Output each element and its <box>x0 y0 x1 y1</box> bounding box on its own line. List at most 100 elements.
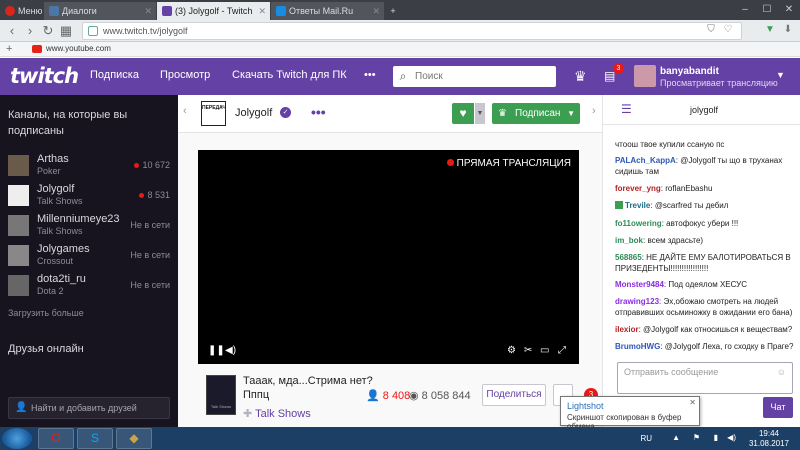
message-user[interactable]: im_bok <box>615 236 643 245</box>
maximize-icon[interactable]: ☐ <box>756 0 778 20</box>
chat-message: fo11owering: автофокус убери !!! <box>615 219 739 228</box>
tab-twitch[interactable]: (3) Jolygolf - Twitch ✕ <box>157 2 270 20</box>
new-tab-button[interactable]: + <box>386 2 400 20</box>
channel-avatar <box>8 215 29 236</box>
home-icon[interactable]: ▦ <box>58 22 74 40</box>
chat-list-icon[interactable]: ☰ <box>621 102 632 116</box>
chat-send-button[interactable]: Чат <box>763 397 793 418</box>
search-input[interactable] <box>415 69 550 84</box>
sidebar-channel[interactable]: dota2ti_ru Dota 2 Не в сети <box>8 273 170 301</box>
message-user[interactable]: BrumoHWG <box>615 342 660 351</box>
sidebar-channel[interactable]: Jolygolf Talk Shows 8 531 <box>8 183 170 211</box>
theater-mode-icon[interactable]: ▭ <box>540 345 549 356</box>
sidebar-channel[interactable]: Jolygames Crossout Не в сети <box>8 243 170 271</box>
live-label: ПРЯМАЯ ТРАНСЛЯЦИЯ <box>456 158 571 169</box>
load-more-link[interactable]: Загрузить больше <box>8 308 84 318</box>
game-launcher-icon[interactable]: ◆ <box>116 428 152 449</box>
tray-arrow-icon[interactable]: ▲ <box>672 433 680 442</box>
message-text: НЕ ДАЙТЕ ЕМУ БАЛОТИРОВАТЬСЯ В ПРИЗЕДЕНТЫ… <box>615 253 791 273</box>
nav-download[interactable]: Скачать Twitch для ПК <box>232 69 347 81</box>
stream-info: Talk Shows Тааак, мда...Стрима нет? Пппц… <box>198 370 598 427</box>
chat-message: forever_yng: roflanEbashu <box>615 184 713 193</box>
channel-logo[interactable]: ПЕРЕДАЧА <box>201 101 226 126</box>
follow-heart-button[interactable]: ♥ <box>452 103 474 124</box>
download-icon[interactable]: ⬇ <box>782 24 794 36</box>
clip-icon[interactable]: ✂ <box>524 345 532 356</box>
view-value: 8 058 844 <box>421 390 471 402</box>
close-window-icon[interactable]: ✕ <box>778 0 800 20</box>
crown-icon[interactable]: ♛ <box>574 68 587 85</box>
close-icon[interactable]: ✕ <box>689 398 696 407</box>
tab-label: (3) Jolygolf - Twitch <box>175 6 253 16</box>
friend-search-placeholder: Найти и добавить друзей <box>31 403 137 413</box>
sidebar-channel[interactable]: Millenniumeye23 Talk Shows Не в сети <box>8 213 170 241</box>
share-button[interactable]: Поделиться <box>482 384 546 406</box>
speaker-icon[interactable]: ◀) <box>727 433 736 442</box>
fullscreen-icon[interactable]: ⤢ <box>558 345 566 356</box>
user-menu[interactable]: banyabandit Просматривает трансляцию ▼ <box>634 63 794 91</box>
start-button[interactable] <box>2 428 32 449</box>
user-icon: 👤 <box>15 402 28 413</box>
heart-icon[interactable]: ♡ <box>722 24 734 36</box>
sub-badge-icon <box>615 201 623 209</box>
pause-icon[interactable]: ❚❚ <box>208 345 225 356</box>
tab-dialogs[interactable]: Диалоги ✕ <box>44 2 156 20</box>
close-icon[interactable]: ✕ <box>144 2 152 20</box>
network-icon[interactable]: ▮ <box>714 433 718 442</box>
follow-dropdown-button[interactable]: ▼ <box>475 103 485 124</box>
settings-icon[interactable]: ⚙ <box>507 345 516 356</box>
volume-icon[interactable]: ◀) <box>225 345 236 356</box>
message-user[interactable]: 568865 <box>615 253 642 262</box>
windows-taskbar: O S ◆ RU ▲ ⚑ ▮ ◀) 19:44 31.08.2017 <box>0 427 800 450</box>
message-user[interactable]: PALAch_KappA <box>615 156 676 165</box>
game-box-art[interactable]: Talk Shows <box>206 375 236 415</box>
skype-icon[interactable]: S <box>77 428 113 449</box>
opera-icon[interactable]: O <box>38 428 74 449</box>
viewer-count: 10 672 <box>142 160 170 170</box>
nav-more[interactable]: ••• <box>364 69 376 81</box>
collapse-left-icon[interactable]: ‹ <box>183 105 187 117</box>
message-user[interactable]: drawing123 <box>615 297 659 306</box>
more-options-icon[interactable]: ••• <box>311 104 326 120</box>
nav-browse[interactable]: Просмотр <box>160 69 210 81</box>
person-icon: 👤 <box>366 390 380 402</box>
subscribe-button[interactable]: ♛ Подписан ▼ <box>492 103 580 124</box>
message-user[interactable]: Monster9484 <box>615 280 664 289</box>
friend-search-input[interactable]: 👤 Найти и добавить друзей <box>8 397 170 419</box>
language-indicator[interactable]: RU <box>640 434 652 443</box>
message-user[interactable]: ilexior <box>615 325 639 334</box>
back-icon[interactable]: ‹ <box>4 22 20 40</box>
channel-name[interactable]: Jolygolf <box>235 107 272 119</box>
add-bookmark-icon[interactable]: + <box>6 42 12 56</box>
close-icon[interactable]: ✕ <box>372 2 380 20</box>
eye-icon: ◉ <box>409 390 419 402</box>
collapse-right-icon[interactable]: › <box>592 105 596 117</box>
extension-icon[interactable]: ▼ <box>764 24 776 36</box>
channel-game: Poker <box>37 166 61 176</box>
clock[interactable]: 19:44 31.08.2017 <box>746 429 792 449</box>
chevron-down-icon: ▼ <box>776 70 785 80</box>
message-user[interactable]: fo11owering <box>615 219 662 228</box>
lightshot-notification[interactable]: Lightshot Скриншот скопирован в буфер об… <box>560 396 700 431</box>
minimize-icon[interactable]: – <box>734 0 756 20</box>
flag-icon[interactable]: ⚑ <box>693 433 700 442</box>
forward-icon[interactable]: › <box>22 22 38 40</box>
game-link[interactable]: ✚ Talk Shows <box>243 407 311 420</box>
twitch-logo[interactable]: twitch <box>10 64 79 88</box>
reload-icon[interactable]: ↻ <box>40 22 56 40</box>
sidebar-channel[interactable]: Arthas Poker 10 672 <box>8 153 170 181</box>
shield-icon[interactable]: ⛉ <box>705 24 717 36</box>
emote-icon[interactable]: ☺ <box>777 367 786 377</box>
tab-mailru[interactable]: Ответы Mail.Ru ✕ <box>271 2 384 20</box>
bookmark-youtube[interactable]: www.youtube.com <box>46 42 111 56</box>
close-icon[interactable]: ✕ <box>258 2 266 20</box>
url-field[interactable]: www.twitch.tv/jolygolf <box>82 22 742 40</box>
message-user[interactable]: Trevile <box>625 201 650 210</box>
subscribe-label: Подписан <box>515 108 561 119</box>
nav-subscriptions[interactable]: Подписка <box>90 69 139 81</box>
chat-input[interactable]: Отправить сообщение ☺ <box>617 362 793 394</box>
message-user[interactable]: forever_yng <box>615 184 661 193</box>
channel-avatar <box>8 155 29 176</box>
video-player[interactable]: ПРЯМАЯ ТРАНСЛЯЦИЯ ❚❚ ◀) ⚙ ✂ ▭ ⤢ <box>198 150 579 364</box>
channel-game: Talk Shows <box>37 226 83 236</box>
